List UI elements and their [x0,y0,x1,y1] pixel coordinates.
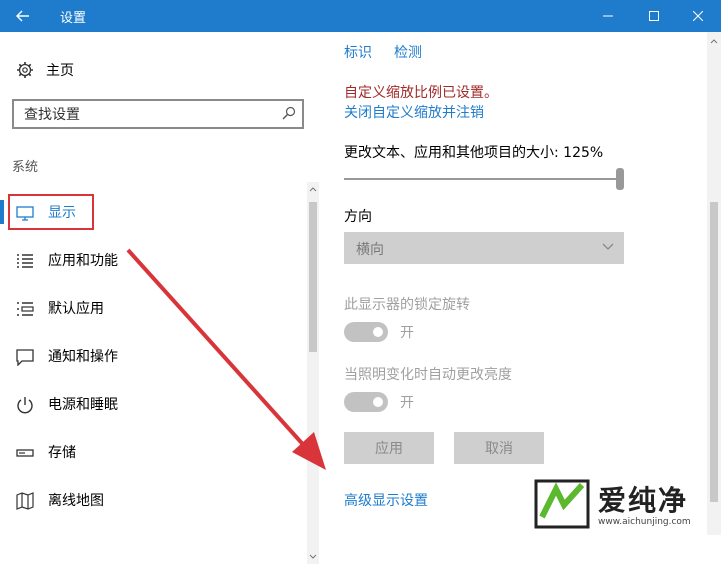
main-content: 标识 检测 自定义缩放比例已设置。 关闭自定义缩放并注销 更改文本、应用和其他项… [322,32,707,535]
sidebar-scroll-thumb[interactable] [309,202,317,352]
advanced-display-settings-link[interactable]: 高级显示设置 [344,490,428,510]
orientation-value: 横向 [356,242,384,258]
sidebar-item-offline-maps[interactable]: 离线地图 [0,480,300,520]
message-icon [16,349,34,366]
watermark-brand: 爱纯净 [598,484,689,517]
scroll-up-icon [710,39,718,44]
minimize-icon [603,15,613,17]
sidebar-item-label: 应用和功能 [48,253,118,269]
watermark-url: www.aichunjing.com [598,517,691,527]
gear-icon [17,62,33,78]
maximize-icon [649,11,659,21]
active-indicator [0,200,4,224]
turn-off-custom-scale-link[interactable]: 关闭自定义缩放并注销 [344,102,484,122]
sidebar-item-notifications[interactable]: 通知和操作 [0,336,300,376]
rotation-lock-toggle[interactable] [344,322,388,342]
default-apps-icon [17,302,34,316]
sidebar-item-storage[interactable]: 存储 [0,432,300,472]
drive-icon [16,449,34,457]
scale-slider-track[interactable] [344,178,622,180]
watermark: 爱纯净 www.aichunjing.com [528,475,718,533]
scale-slider-thumb[interactable] [616,168,624,190]
sidebar-item-default-apps[interactable]: 默认应用 [0,288,300,328]
sidebar-item-label: 离线地图 [48,493,104,509]
power-icon [17,397,33,414]
scroll-up-icon [309,187,317,192]
brand-logo-icon [534,479,590,529]
sidebar-item-apps-features[interactable]: 应用和功能 [0,240,300,280]
content-scrollbar[interactable] [707,32,721,535]
window-title: 设置 [60,11,87,26]
orientation-label: 方向 [344,209,372,225]
maximize-button[interactable] [631,0,677,32]
sidebar-item-label: 通知和操作 [48,349,118,365]
toggle-knob [373,327,383,337]
search-icon [282,106,296,120]
auto-brightness-toggle[interactable] [344,392,388,412]
sidebar: 主页 系统 显示 应用和功能 默认应用 通知和操作 [0,32,322,564]
minimize-button[interactable] [585,0,631,32]
sidebar-item-label: 存储 [48,445,76,461]
sidebar-scrollbar[interactable] [307,182,319,564]
title-bar: 设置 [0,0,721,32]
rotation-lock-state: 开 [400,325,414,341]
orientation-dropdown[interactable]: 横向 [344,232,624,264]
highlight-box-display [8,194,94,230]
close-icon [693,11,703,21]
auto-brightness-label: 当照明变化时自动更改亮度 [344,367,512,383]
home-nav-item[interactable]: 主页 [16,60,74,80]
sidebar-item-label: 默认应用 [48,301,104,317]
list-icon [17,254,33,268]
back-button[interactable] [0,0,46,32]
auto-brightness-state: 开 [400,395,414,411]
sidebar-item-label: 电源和睡眠 [48,397,118,413]
apply-button[interactable]: 应用 [344,432,434,464]
section-label-system: 系统 [12,160,39,175]
cancel-button[interactable]: 取消 [454,432,544,464]
back-arrow-icon [16,10,29,22]
search-box[interactable] [12,99,304,129]
rotation-lock-label: 此显示器的锁定旋转 [344,297,470,313]
close-button[interactable] [675,0,721,32]
identify-link[interactable]: 标识 [344,42,372,62]
search-input[interactable] [22,104,276,126]
scale-label: 更改文本、应用和其他项目的大小: 125% [344,145,604,161]
custom-scale-notice: 自定义缩放比例已设置。 [344,85,498,101]
content-scroll-thumb[interactable] [710,202,718,502]
map-icon [16,492,34,510]
chevron-down-icon [602,243,614,250]
detect-link[interactable]: 检测 [394,42,422,62]
scroll-down-icon [309,554,317,559]
home-label: 主页 [46,63,74,79]
sidebar-item-power-sleep[interactable]: 电源和睡眠 [0,384,300,424]
toggle-knob [373,397,383,407]
